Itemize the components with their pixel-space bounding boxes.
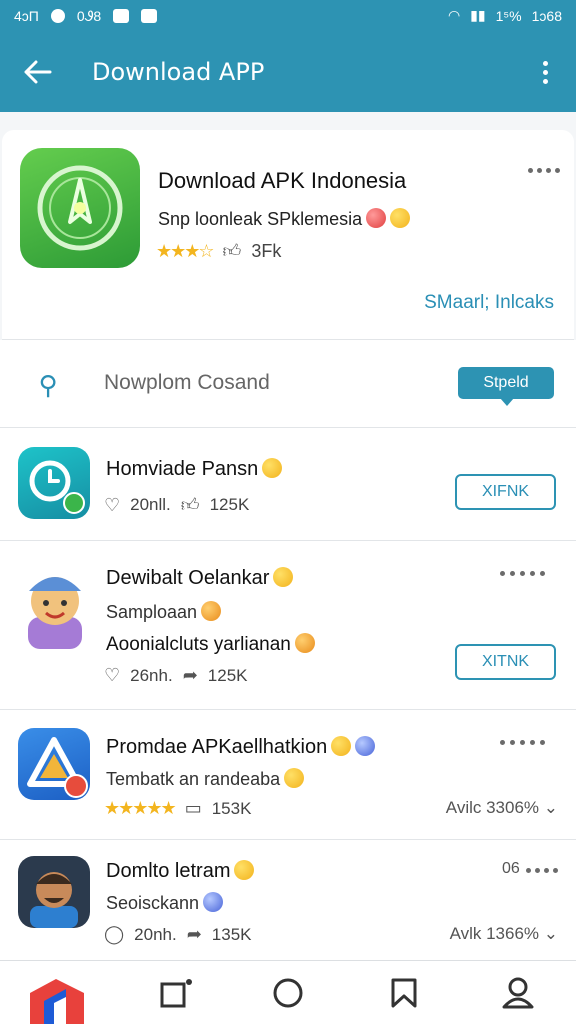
home-logo-icon[interactable]: [26, 975, 88, 1024]
app-tagline: Aoonialcluts yarlianan: [106, 633, 315, 656]
heart-icon: ♡: [104, 665, 121, 686]
recent-apps-icon[interactable]: [154, 971, 198, 1015]
status-time-left: 4ɔП: [14, 8, 39, 24]
emoji-icon: [366, 208, 387, 228]
app-meta: ♡ 20nll. 👍︎ 125K: [104, 494, 250, 517]
downloads-count: 135K: [211, 924, 252, 944]
availability-dropdown[interactable]: Avilc 3306% ⌄: [446, 798, 558, 818]
thumbs-up-icon: 👍︎: [180, 495, 200, 516]
man-avatar-app-icon: [18, 856, 90, 928]
back-arrow-icon[interactable]: [18, 52, 58, 92]
list-item[interactable]: Promdae APKaellhatkion Tembatk an randea…: [0, 710, 576, 840]
list-item[interactable]: Homviade Pansn ♡ 20nll. 👍︎ 125K XIFNK: [0, 428, 576, 541]
emoji-icon: [234, 860, 255, 880]
emoji-icon: [294, 633, 315, 653]
battery-percent: 1⁵%: [495, 8, 522, 24]
emoji-icon: [201, 601, 222, 621]
app-meta: ★★★★★ ▭ 153K: [104, 798, 251, 819]
rating-stars: ★★★☆: [156, 240, 215, 262]
more-dots-icon[interactable]: [500, 571, 545, 576]
wifi-icon: ◠: [447, 8, 461, 24]
app-meta: ♡ 26nh. ➦ 125K: [104, 665, 247, 686]
signal-icon: ▮▮: [470, 8, 486, 24]
emoji-icon: [203, 892, 224, 912]
app-name: Homviade Pansn: [106, 458, 283, 481]
app-description: Seoisckann: [106, 892, 224, 914]
search-bar: ⚲ Nowplom Cosand Stpeld: [0, 340, 576, 428]
search-button[interactable]: Stpeld: [458, 367, 554, 406]
gallery-icon: [141, 9, 158, 23]
more-dots-icon[interactable]: [526, 868, 558, 873]
heart-icon: ♡: [104, 494, 121, 516]
featured-app-card[interactable]: Download APK Indonesia Snp loonleak SPkl…: [2, 130, 574, 340]
featured-meta: ★★★☆ 👍︎ 3Fk: [156, 240, 282, 263]
emoji-icon: [284, 768, 305, 788]
thumbs-up-icon: 👍︎: [222, 241, 242, 262]
list-item[interactable]: Domlto letram Seoisckann ◯ 20nh. ➦ 135K …: [0, 840, 576, 960]
status-text-left: 0Ꮽ8: [76, 7, 102, 24]
status-time-right: 1ɔ68: [531, 8, 562, 24]
page-title: Download APP: [92, 58, 265, 86]
emoji-icon: [262, 458, 283, 478]
comment-icon: ▭: [184, 798, 202, 819]
featured-link[interactable]: SMaarl; Inlcaks: [424, 292, 554, 314]
featured-count: 3Fk: [251, 240, 282, 261]
menu-prefix: 06: [502, 860, 520, 877]
more-dots-icon[interactable]: [500, 740, 545, 745]
app-name: Domlto letram: [106, 860, 255, 883]
overflow-menu-icon[interactable]: [532, 52, 558, 92]
clock-app-icon: [18, 447, 90, 519]
featured-subtitle: Snp loonleak SPklemesia: [158, 208, 411, 230]
downloads-count: 125K: [209, 495, 250, 514]
install-button[interactable]: XIFNK: [455, 474, 556, 510]
app-name: Promdae APKaellhatkion: [106, 736, 376, 759]
app-bar: Download APP: [0, 32, 576, 112]
avatar-app-icon: [18, 561, 92, 651]
likes-count: 20nh.: [134, 924, 177, 944]
notification-icon: [50, 9, 65, 23]
message-icon: [113, 9, 130, 23]
search-icon[interactable]: ⚲: [30, 368, 66, 404]
more-dots-icon[interactable]: [528, 168, 560, 173]
search-input[interactable]: Nowplom Cosand: [104, 371, 270, 395]
app-description: Tembatk an randeaba: [106, 768, 305, 790]
app-name: Dewibalt Oelankar: [106, 567, 294, 590]
list-item[interactable]: Dewibalt Oelankar Samploaan Aoonialcluts…: [0, 541, 576, 710]
status-bar: 4ɔП 0Ꮽ8 ◠ ▮▮ 1⁵% 1ɔ68: [0, 0, 576, 32]
emoji-icon: [331, 736, 352, 756]
comment-icon: ◯: [104, 924, 125, 945]
likes-count: 20nll.: [130, 495, 171, 514]
featured-title: Download APK Indonesia: [158, 168, 407, 193]
emoji-icon: [355, 736, 376, 756]
downloads-count: 153K: [211, 798, 252, 818]
app-meta: ◯ 20nh. ➦ 135K: [104, 924, 252, 945]
likes-count: 26nh.: [130, 665, 173, 685]
emoji-icon: [390, 208, 411, 228]
bookmark-icon[interactable]: [382, 971, 426, 1015]
home-circle-icon[interactable]: [266, 971, 310, 1015]
availability-dropdown[interactable]: Avlk 1366% ⌄: [450, 924, 558, 944]
profile-icon[interactable]: [496, 971, 540, 1015]
app-description: Samploaan: [106, 601, 222, 623]
rating-stars: ★★★★★: [104, 798, 177, 819]
bottom-navigation: [0, 960, 576, 1024]
emoji-icon: [273, 567, 294, 587]
compass-app-icon: [20, 148, 140, 268]
share-icon: ➦: [186, 924, 202, 945]
triangle-app-icon: [18, 728, 90, 800]
downloads-count: 125K: [207, 665, 248, 685]
install-button[interactable]: XITNK: [455, 644, 556, 680]
share-icon: ➦: [182, 665, 198, 686]
